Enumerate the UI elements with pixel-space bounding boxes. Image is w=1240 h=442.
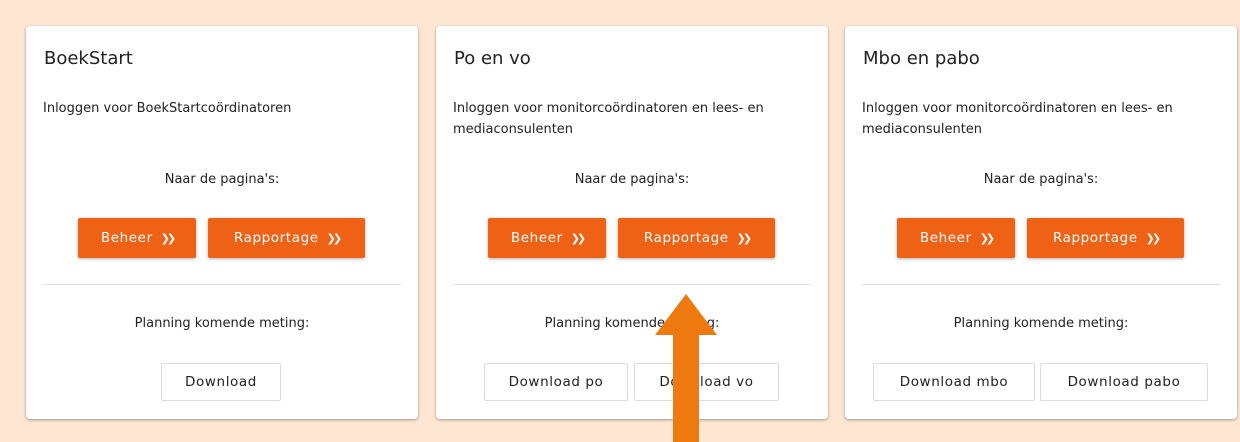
card-boekstart: BoekStart Inloggen voor BoekStartcoördin… [26, 26, 418, 419]
card-title: BoekStart [44, 48, 133, 69]
card-description: Inloggen voor monitorcoördinatoren en le… [453, 101, 764, 137]
rapportage-button[interactable]: Rapportage ❯❯ [1027, 218, 1184, 258]
page: BoekStart Inloggen voor BoekStartcoördin… [0, 0, 1240, 442]
download-pabo-button[interactable]: Download pabo [1040, 363, 1208, 401]
double-chevron-right-icon: ❯❯ [570, 231, 587, 245]
card-title: Po en vo [454, 48, 531, 69]
beheer-label: Beheer [100, 230, 153, 246]
card-po-en-vo: Po en vo Inloggen voor monitorcoördinato… [436, 26, 828, 419]
double-chevron-right-icon: ❯❯ [1145, 231, 1162, 245]
pages-label: Naar de pagina's: [574, 172, 690, 187]
page-buttons: Beheer ❯❯ Rapportage ❯❯ [26, 218, 418, 258]
rapportage-label: Rapportage [233, 230, 319, 246]
rapportage-label: Rapportage [1052, 230, 1138, 246]
beheer-button[interactable]: Beheer ❯❯ [78, 218, 196, 258]
beheer-button[interactable]: Beheer ❯❯ [488, 218, 606, 258]
double-chevron-right-icon: ❯❯ [326, 231, 343, 245]
planning-label: Planning komende meting: [544, 316, 720, 331]
rapportage-button[interactable]: Rapportage ❯❯ [208, 218, 365, 258]
card-title: Mbo en pabo [863, 48, 980, 69]
divider [862, 284, 1220, 285]
download-mbo-button[interactable]: Download mbo [873, 363, 1035, 401]
download-vo-button[interactable]: Download vo [634, 363, 779, 401]
double-chevron-right-icon: ❯❯ [979, 231, 996, 245]
beheer-button[interactable]: Beheer ❯❯ [897, 218, 1015, 258]
card-description: Inloggen voor BoekStartcoördinatoren [43, 101, 292, 116]
divider [453, 284, 811, 285]
planning-label: Planning komende meting: [953, 316, 1129, 331]
double-chevron-right-icon: ❯❯ [736, 231, 753, 245]
download-po-button[interactable]: Download po [484, 363, 628, 401]
page-buttons: Beheer ❯❯ Rapportage ❯❯ [436, 218, 828, 258]
pages-label: Naar de pagina's: [983, 172, 1099, 187]
download-button[interactable]: Download [161, 363, 281, 401]
rapportage-button[interactable]: Rapportage ❯❯ [618, 218, 775, 258]
rapportage-label: Rapportage [643, 230, 729, 246]
planning-label: Planning komende meting: [134, 316, 310, 331]
beheer-label: Beheer [919, 230, 972, 246]
card-description: Inloggen voor monitorcoördinatoren en le… [862, 101, 1173, 137]
double-chevron-right-icon: ❯❯ [160, 231, 177, 245]
card-mbo-en-pabo: Mbo en pabo Inloggen voor monitorcoördin… [845, 26, 1237, 419]
beheer-label: Beheer [510, 230, 563, 246]
page-buttons: Beheer ❯❯ Rapportage ❯❯ [845, 218, 1237, 258]
divider [43, 284, 401, 285]
pages-label: Naar de pagina's: [164, 172, 280, 187]
